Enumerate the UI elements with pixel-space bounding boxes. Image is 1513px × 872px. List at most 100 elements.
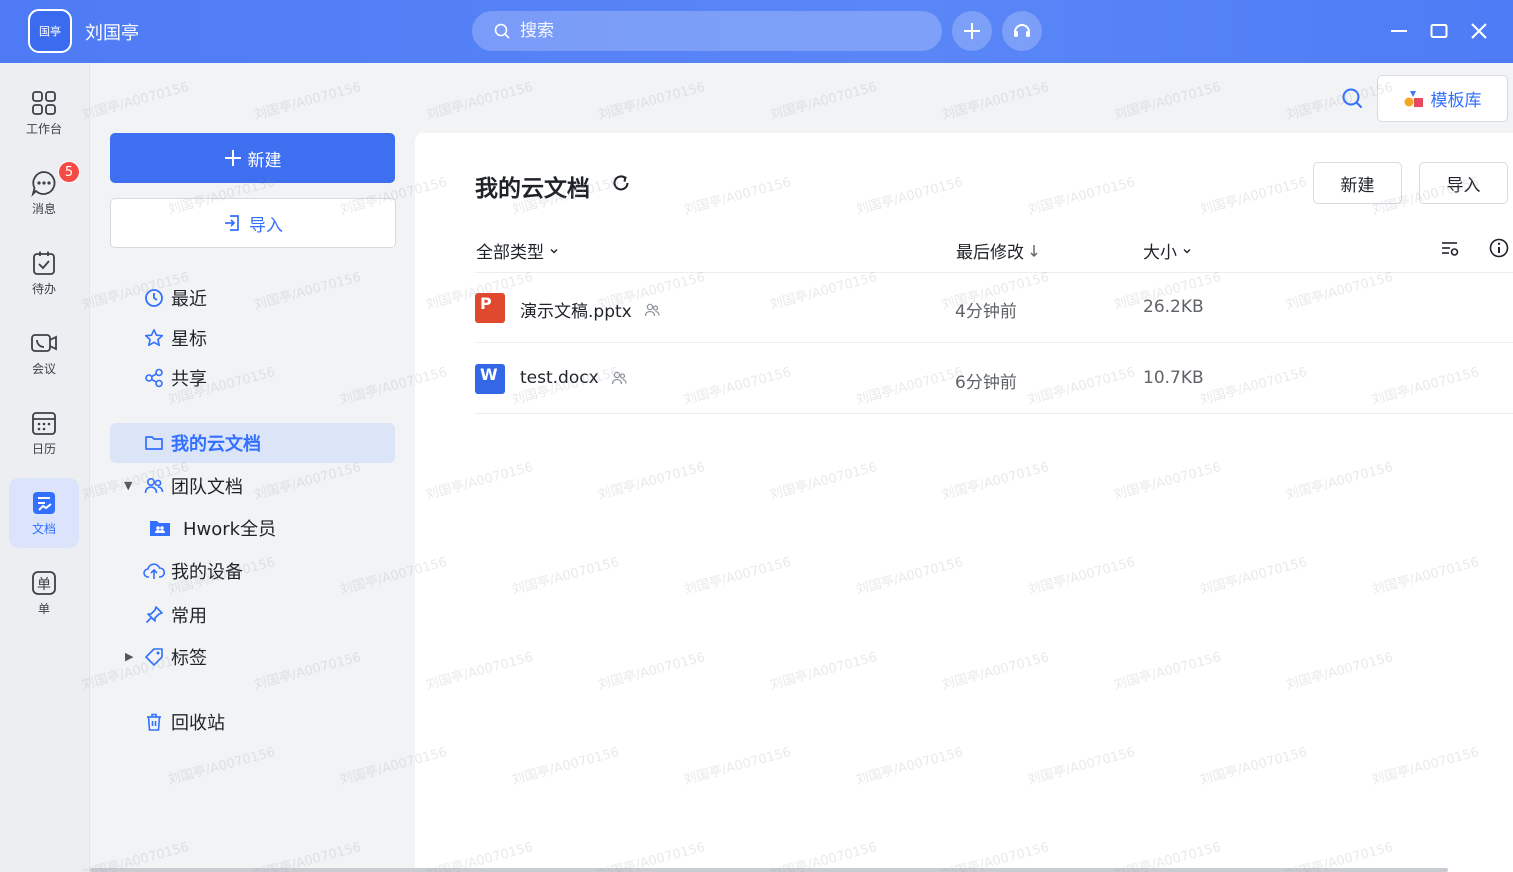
file-modified: 4分钟前 [955,302,1017,322]
rail-label: 文档 [31,522,56,536]
chevron-down-icon [550,248,558,253]
rail-label: 工作台 [25,122,62,136]
file-size: 26.2KB [1143,297,1204,317]
column-settings-button[interactable] [1440,239,1460,263]
close-icon [1471,23,1487,39]
svg-text:单: 单 [37,577,51,593]
nav-item-hwork-all[interactable]: Hwork全员 [110,508,395,548]
nav-label: Hwork全员 [183,519,277,540]
close-button[interactable] [1466,18,1492,44]
rail-item-form[interactable]: 单 单 [9,558,79,628]
nav-label: 团队文档 [171,477,243,498]
horizontal-scrollbar[interactable] [90,868,1448,872]
nav-item-shared[interactable]: 共享 [110,358,395,398]
nav-item-my-cloud-docs[interactable]: 我的云文档 [110,423,395,463]
watermark-text: 刘国亭/A0070156 [768,79,879,123]
watermark-text: 刘国亭/A0070156 [596,79,707,123]
rail-item-todo[interactable]: 待办 [9,238,79,308]
refresh-icon [613,175,629,191]
file-name[interactable]: 演示文稿.pptx [520,297,660,322]
minimize-icon [1391,30,1407,32]
chevron-down-icon [1183,248,1191,253]
shared-users-icon [611,371,627,385]
title-bar: 国亭 刘国亭 [0,0,1513,63]
avatar[interactable]: 国亭 [28,9,72,53]
minimize-button[interactable] [1386,18,1412,44]
refresh-button[interactable] [611,173,631,197]
search-input[interactable] [520,21,920,41]
column-label: 最后修改 [956,243,1024,263]
rail-label: 单 [37,602,50,616]
watermark-text: 刘国亭/A0070156 [940,79,1051,123]
search-icon [494,23,510,39]
nav-item-trash[interactable]: 回收站 [110,702,395,742]
rail-label: 日历 [31,442,56,456]
calendar-icon [32,412,56,435]
column-header-modified[interactable]: 最后修改 [956,238,1039,263]
form-icon: 单 [32,571,56,595]
column-label: 全部类型 [476,243,544,263]
maximize-button[interactable] [1426,18,1452,44]
column-label: 大小 [1143,243,1177,263]
pin-icon [143,604,165,626]
docs-nav-panel: 新建 导入 最近 星标 共享 我的云文档 ▼ 团队文档 Hwork全员 我的设备… [91,63,414,872]
nav-label: 标签 [171,648,207,669]
search-box[interactable] [472,11,942,51]
trash-icon [143,711,165,733]
rail-item-workbench[interactable]: 工作台 [9,78,79,148]
column-header-type[interactable]: 全部类型 [476,238,559,263]
file-name-text: 演示文稿.pptx [520,302,632,322]
watermark-text: 刘国亭/A0070156 [424,79,535,123]
file-size: 10.7KB [1143,368,1204,388]
file-modified: 6分钟前 [955,373,1017,393]
rail-item-messages[interactable]: 消息 5 [9,158,80,228]
nav-item-team-docs[interactable]: 团队文档 [110,466,395,506]
template-library-icon [1404,90,1423,107]
app-rail: 工作台 消息 5 待办 会议 日历 文档 单 单 [0,63,90,872]
import-label: 导入 [249,215,283,236]
nav-item-frequent[interactable]: 常用 [110,595,395,635]
template-library-button[interactable]: 模板库 [1377,75,1508,122]
file-row[interactable]: W test.docx 6分钟前 10.7KB [475,344,1513,414]
info-button[interactable] [1489,238,1509,262]
folder-icon [143,432,165,454]
nav-item-starred[interactable]: 星标 [110,318,395,358]
rail-item-meeting[interactable]: 会议 [9,318,79,388]
meeting-icon [31,334,57,352]
username: 刘国亭 [85,23,139,44]
nav-item-recent[interactable]: 最近 [110,278,395,318]
rail-item-docs[interactable]: 文档 [9,478,79,548]
nav-label: 回收站 [171,713,225,734]
unread-badge: 5 [58,161,80,183]
file-name[interactable]: test.docx [520,368,627,388]
add-button[interactable] [952,11,992,51]
new-doc-label: 新建 [247,150,282,171]
nav-item-tags[interactable]: 标签 [110,637,395,677]
docs-icon [33,492,55,514]
docx-file-icon: W [475,364,505,394]
global-search-button[interactable] [1341,87,1363,113]
share-icon [143,367,165,389]
star-icon [143,327,165,349]
message-icon [31,171,56,197]
rail-label: 待办 [31,282,56,296]
rail-item-calendar[interactable]: 日历 [9,398,79,468]
new-doc-button[interactable]: 新建 [110,133,395,183]
main-content: 我的云文档 新建 导入 全部类型 最后修改 大小 P 演示文稿.pptx 4分钟… [415,133,1513,872]
import-button[interactable]: 导入 [110,198,396,248]
shared-users-icon [644,303,660,316]
import-button[interactable]: 导入 [1419,162,1508,204]
watermark-text: 刘国亭/A0070156 [1112,79,1223,123]
column-header-size[interactable]: 大小 [1143,238,1192,263]
support-button[interactable] [1002,11,1042,51]
nav-label: 我的设备 [171,562,243,583]
todo-icon [33,251,55,275]
maximize-icon [1430,24,1448,38]
tag-icon [143,646,165,668]
nav-item-my-devices[interactable]: 我的设备 [110,551,395,591]
file-row[interactable]: P 演示文稿.pptx 4分钟前 26.2KB [475,273,1513,343]
team-folder-icon [149,517,171,539]
new-button[interactable]: 新建 [1313,162,1402,204]
import-icon [225,215,239,231]
plus-icon [224,150,241,166]
